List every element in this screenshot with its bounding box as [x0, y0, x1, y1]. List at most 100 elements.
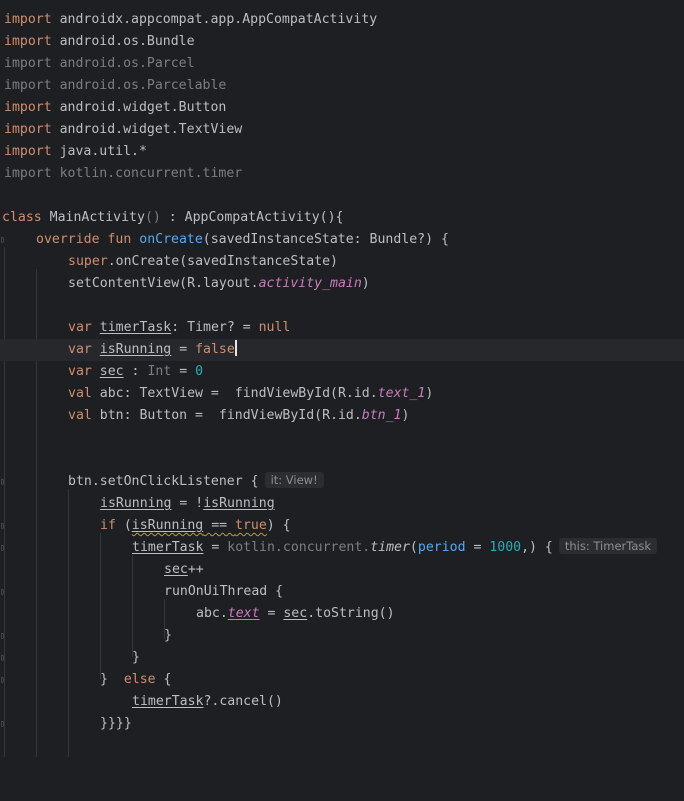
code-line[interactable]: var timerTask: Timer? = null — [0, 317, 684, 339]
fold-marker-icon[interactable]: ▯ — [0, 632, 5, 640]
find-view-fn: findViewById — [234, 386, 331, 401]
else-keyword: else — [123, 672, 156, 687]
code-line[interactable]: sec++ — [0, 559, 684, 581]
fold-marker-icon[interactable]: ▯ — [0, 676, 5, 684]
class-open: (){ — [319, 210, 344, 225]
constructor-parens: () — [144, 210, 161, 225]
paren-open: ( — [115, 518, 132, 533]
code-line[interactable]: import android.widget.Button — [0, 97, 684, 119]
code-line[interactable]: ▯ } — [0, 625, 684, 647]
code-line[interactable]: import java.util.* — [0, 141, 684, 163]
type-name: Int — [147, 364, 172, 379]
layout-name: activity_main — [258, 276, 362, 291]
code-line[interactable]: isRunning = !isRunning — [0, 493, 684, 515]
paren-close: ) — [401, 408, 410, 423]
code-line[interactable]: setContentView(R.layout.activity_main) — [0, 273, 684, 295]
view-id: text_1 — [377, 386, 426, 401]
variable-name: sec — [99, 364, 124, 379]
code-line[interactable]: ▯ timerTask = kotlin.concurrent.timer(pe… — [0, 537, 684, 559]
null-literal: null — [258, 320, 291, 335]
fold-marker-icon[interactable]: ▯ — [0, 544, 5, 552]
variable-name: isRunning — [203, 496, 275, 511]
find-view-fn: findViewById — [218, 408, 315, 423]
function-name: onCreate — [139, 232, 203, 247]
code-line[interactable]: ▯ } else { — [0, 669, 684, 691]
code-line[interactable]: ▯ runOnUiThread { — [0, 581, 684, 603]
variable-name: sec — [283, 606, 308, 621]
paren-open: ( — [409, 540, 418, 555]
var-keyword: var — [68, 364, 92, 379]
assign-op: = — [171, 342, 196, 357]
paren-close: ) — [425, 386, 434, 401]
code-editor[interactable]: import androidx.appcompat.app.AppCompatA… — [0, 9, 684, 759]
code-line[interactable]: val abc: TextView = findViewById(R.id.te… — [0, 383, 684, 405]
val-keyword: val — [68, 408, 92, 423]
import-keyword: import — [4, 144, 52, 159]
brace-close: }}}} — [100, 716, 132, 731]
import-path: android.os.Parcelable — [59, 78, 227, 93]
id-ref: (R.id. — [314, 408, 362, 423]
brace-close: } — [164, 628, 172, 643]
import-path: java.util.* — [59, 144, 147, 159]
code-line[interactable]: class MainActivity() : AppCompatActivity… — [0, 207, 684, 229]
named-param: period — [417, 540, 466, 555]
block-open: { — [155, 672, 172, 687]
negate-assign: = ! — [171, 496, 204, 511]
variable-name: sec — [164, 562, 188, 577]
import-path: kotlin.concurrent.timer — [59, 166, 243, 181]
class-keyword: class — [2, 210, 42, 225]
fold-marker-icon[interactable]: ▯ — [0, 654, 5, 662]
variable-name: timerTask — [132, 694, 204, 709]
lambda-open: ,) { — [521, 540, 553, 555]
type-sep: : — [123, 364, 148, 379]
val-decl: btn: Button = — [99, 408, 219, 423]
code-line[interactable]: import androidx.appcompat.app.AppCompatA… — [0, 9, 684, 31]
fold-marker-icon[interactable]: ▯ — [0, 720, 5, 728]
import-path: android.widget.TextView — [59, 122, 243, 137]
code-line[interactable]: super.onCreate(savedInstanceState) — [0, 251, 684, 273]
assign-op: = — [203, 540, 228, 555]
fold-marker-icon[interactable]: ▯ — [0, 522, 5, 530]
import-keyword: import — [4, 100, 52, 115]
text-caret — [234, 340, 237, 356]
brace-close: } — [132, 650, 140, 665]
code-line[interactable]: var sec : Int = 0 — [0, 361, 684, 383]
superclass-name: AppCompatActivity — [184, 210, 320, 225]
fold-marker-icon[interactable]: ▯ — [0, 478, 5, 486]
brace-close: } — [100, 672, 124, 687]
code-line[interactable]: import android.os.Bundle — [0, 31, 684, 53]
fold-marker-icon[interactable]: ▯ — [0, 588, 5, 596]
timer-fn: timer — [370, 540, 410, 555]
fold-marker-icon[interactable]: ▯ — [0, 236, 5, 244]
code-line[interactable]: abc.text = sec.toString() — [0, 603, 684, 625]
code-line[interactable]: ▯ } — [0, 647, 684, 669]
variable-name: isRunning — [100, 496, 172, 511]
code-line[interactable]: import android.os.Parcelable — [0, 75, 684, 97]
fun-keyword: fun — [107, 232, 132, 247]
variable-name: timerTask — [132, 540, 204, 555]
var-keyword: var — [68, 342, 92, 357]
code-line[interactable]: timerTask?.cancel() — [0, 691, 684, 713]
code-line[interactable]: ▯ if (isRunning == true) { — [0, 515, 684, 537]
val-keyword: val — [68, 386, 92, 401]
run-on-ui-fn: runOnUiThread — [164, 584, 268, 599]
import-path: android.widget.Button — [59, 100, 227, 115]
code-line-current[interactable]: var isRunning = false — [0, 339, 684, 361]
code-line[interactable]: ▯ btn.setOnClickListener {it: View! — [0, 471, 684, 493]
id-ref: (R.id. — [330, 386, 378, 401]
code-line[interactable]: ▯ }}}} — [0, 713, 684, 735]
code-line[interactable]: import kotlin.concurrent.timer — [0, 163, 684, 185]
import-keyword: import — [4, 122, 52, 137]
object-ref: abc. — [196, 606, 228, 621]
import-path: android.os.Parcel — [59, 56, 195, 71]
listener-call: btn.setOnClickListener — [68, 474, 243, 489]
import-path: android.os.Bundle — [59, 34, 195, 49]
code-line[interactable]: import android.os.Parcel — [0, 53, 684, 75]
package-qualifier: kotlin.concurrent. — [227, 540, 371, 555]
import-keyword: import — [4, 166, 52, 181]
paren-close: ) — [361, 276, 370, 291]
code-line[interactable]: import android.widget.TextView — [0, 119, 684, 141]
code-line[interactable]: val btn: Button = findViewById(R.id.btn_… — [0, 405, 684, 427]
variable-name: isRunning — [131, 518, 204, 533]
code-line[interactable]: ▯ override fun onCreate(savedInstanceSta… — [0, 229, 684, 251]
